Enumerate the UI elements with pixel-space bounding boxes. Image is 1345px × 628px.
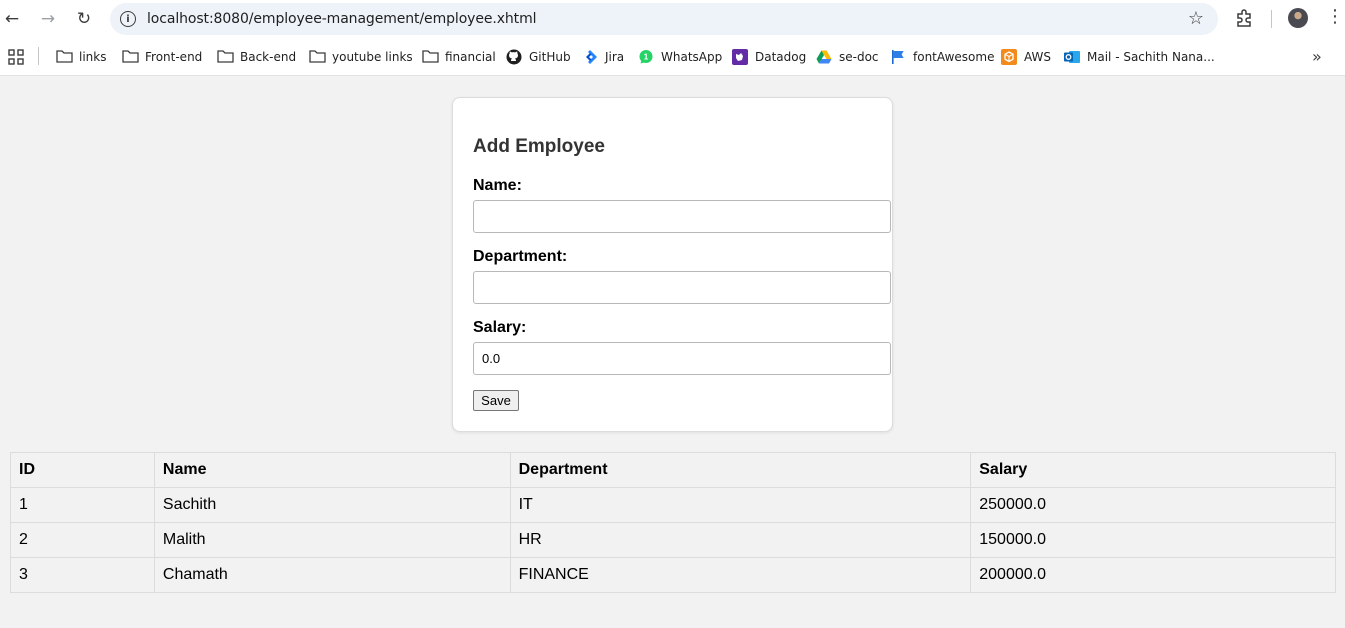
bookmark-fontawesome[interactable]: fontAwesome <box>890 47 994 67</box>
bookmark-youtube-links[interactable]: youtube links <box>309 47 413 67</box>
bookmark-label: se-doc <box>839 50 879 64</box>
github-icon <box>506 49 522 65</box>
bookmark-jira[interactable]: Jira <box>582 47 624 67</box>
form-title: Add Employee <box>473 136 605 157</box>
bookmark-label: WhatsApp <box>661 50 723 64</box>
bookmark-label: Back-end <box>240 50 297 64</box>
extensions-icon[interactable] <box>1234 8 1254 28</box>
employee-table: ID Name Department Salary 1 Sachith IT 2… <box>10 452 1336 593</box>
save-button[interactable]: Save <box>473 390 519 411</box>
bookmark-label: financial <box>445 50 496 64</box>
cell-id: 1 <box>10 487 155 523</box>
salary-input[interactable] <box>473 342 891 375</box>
bookmark-github[interactable]: GitHub <box>506 47 571 67</box>
bookmark-mail[interactable]: Mail - Sachith Nana... <box>1064 47 1215 67</box>
cell-salary: 250000.0 <box>970 487 1336 523</box>
bookmark-financial[interactable]: financial <box>422 47 496 67</box>
cell-name: Malith <box>153 522 511 558</box>
folder-icon <box>217 49 234 65</box>
google-drive-icon <box>816 49 832 65</box>
forward-arrow-icon[interactable]: → <box>36 7 60 31</box>
browser-toolbar: ← → ↻ i localhost:8080/employee-manageme… <box>0 0 1345 38</box>
folder-icon <box>309 49 326 65</box>
header-name: Name <box>153 452 511 488</box>
folder-icon <box>56 49 73 65</box>
site-info-icon[interactable]: i <box>120 11 136 27</box>
table-row: 3 Chamath FINANCE 200000.0 <box>10 557 1336 593</box>
bookmark-label: links <box>79 50 107 64</box>
bookmark-datadog[interactable]: Datadog <box>732 47 806 67</box>
bookmark-whatsapp[interactable]: 1 WhatsApp <box>638 47 722 67</box>
outlook-icon <box>1064 49 1080 65</box>
flag-icon <box>890 49 906 65</box>
bookmark-label: AWS <box>1024 50 1052 64</box>
department-input[interactable] <box>473 271 891 304</box>
cell-id: 3 <box>10 557 155 593</box>
bookmark-aws[interactable]: AWS <box>1001 47 1051 67</box>
bookmark-label: Mail - Sachith Nana... <box>1087 50 1215 64</box>
bookmark-links[interactable]: links <box>56 47 106 67</box>
bookmark-star-icon[interactable]: ☆ <box>1188 8 1204 29</box>
bookmark-back-end[interactable]: Back-end <box>217 47 296 67</box>
bookmark-front-end[interactable]: Front-end <box>122 47 202 67</box>
table-header-row: ID Name Department Salary <box>10 452 1336 488</box>
cell-name: Sachith <box>153 487 511 523</box>
folder-icon <box>122 49 139 65</box>
bookmarks-overflow-icon[interactable]: » <box>1312 47 1322 66</box>
header-department: Department <box>509 452 972 488</box>
salary-label: Salary: <box>473 319 527 336</box>
url-text[interactable]: localhost:8080/employee-management/emplo… <box>147 11 536 27</box>
header-salary: Salary <box>970 452 1336 488</box>
datadog-icon <box>732 49 748 65</box>
bookmark-label: Jira <box>605 50 625 64</box>
cell-salary: 150000.0 <box>970 522 1336 558</box>
bookmark-label: youtube links <box>332 50 413 64</box>
toolbar-divider <box>1271 10 1272 28</box>
bookmark-label: GitHub <box>529 50 571 64</box>
bookmark-se-doc[interactable]: se-doc <box>816 47 879 67</box>
bookmark-label: Front-end <box>145 50 203 64</box>
address-bar[interactable]: i localhost:8080/employee-management/emp… <box>110 3 1218 35</box>
folder-icon <box>422 49 439 65</box>
back-arrow-icon[interactable]: ← <box>0 7 24 31</box>
cell-department: FINANCE <box>509 557 972 593</box>
name-label: Name: <box>473 177 522 194</box>
table-row: 2 Malith HR 150000.0 <box>10 522 1336 558</box>
add-employee-card: Add Employee Name: Department: Salary: S… <box>452 97 893 432</box>
cell-department: IT <box>509 487 972 523</box>
department-label: Department: <box>473 248 568 265</box>
reload-icon[interactable]: ↻ <box>72 7 96 31</box>
bookmark-label: fontAwesome <box>913 50 995 64</box>
header-id: ID <box>10 452 155 488</box>
jira-icon <box>582 49 598 65</box>
apps-grid-icon[interactable] <box>8 49 24 65</box>
cell-name: Chamath <box>153 557 511 593</box>
name-input[interactable] <box>473 200 891 233</box>
cell-department: HR <box>509 522 972 558</box>
more-menu-icon[interactable]: ⋮ <box>1326 7 1344 27</box>
bookmark-label: Datadog <box>755 50 807 64</box>
bookmarks-divider <box>38 47 39 65</box>
profile-avatar[interactable] <box>1288 8 1308 28</box>
table-row: 1 Sachith IT 250000.0 <box>10 487 1336 523</box>
bookmarks-bar: links Front-end Back-end youtube links f… <box>0 38 1345 76</box>
aws-icon <box>1001 49 1017 65</box>
svg-text:1: 1 <box>644 53 649 62</box>
cell-salary: 200000.0 <box>970 557 1336 593</box>
cell-id: 2 <box>10 522 155 558</box>
whatsapp-icon: 1 <box>638 49 654 65</box>
